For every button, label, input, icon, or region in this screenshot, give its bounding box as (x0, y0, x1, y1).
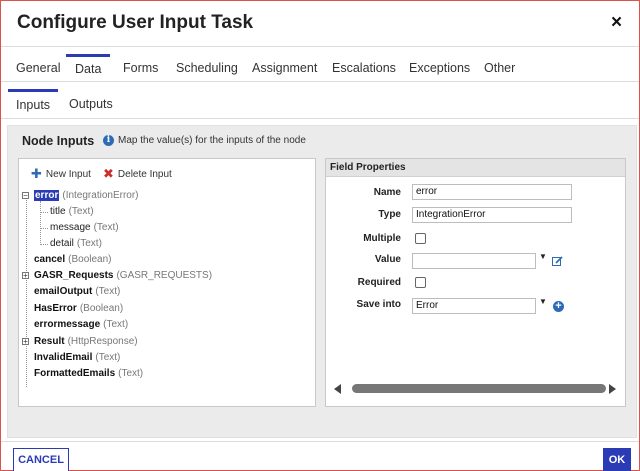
tab-other[interactable]: Other (475, 54, 524, 82)
tree-connector-line (40, 244, 48, 245)
tree-item-formattedemails[interactable]: FormattedEmails (Text) (34, 366, 143, 382)
tab-general[interactable]: General (7, 54, 69, 82)
value-field[interactable] (412, 253, 536, 269)
tree-item-cancel[interactable]: cancel (Boolean) (34, 252, 112, 268)
expand-toggle[interactable]: + (22, 338, 29, 346)
tree-connector-line (40, 212, 48, 213)
tree-item-title[interactable]: title (Text) (50, 204, 94, 220)
scroll-thumb[interactable] (352, 384, 606, 393)
configure-user-input-dialog: Configure User Input Task × General Data… (0, 0, 640, 471)
tree-item-emailoutput[interactable]: emailOutput (Text) (34, 284, 120, 300)
save-into-field[interactable]: Error (412, 298, 536, 314)
tree-item-errormessage[interactable]: errormessage (Text) (34, 317, 128, 333)
info-icon: i (103, 135, 114, 146)
section-title: Node Inputs (22, 134, 95, 148)
scroll-right-arrow-icon[interactable] (609, 384, 616, 394)
scroll-left-arrow-icon[interactable] (334, 384, 341, 394)
tree-item-error[interactable]: error (IntegrationError) (34, 188, 139, 204)
tree-item-haserror[interactable]: HasError (Boolean) (34, 301, 123, 317)
delete-input-button[interactable]: ✖ Delete Input (103, 167, 172, 181)
inputs-tree-panel: ✚ New Input ✖ Delete Input − error (Integra… (18, 158, 316, 407)
cancel-button[interactable]: CANCEL (13, 448, 69, 471)
tab-data[interactable]: Data (66, 54, 111, 82)
value-label: Value (374, 254, 401, 265)
tree-connector-line (26, 197, 27, 387)
tab-forms[interactable]: Forms (114, 54, 167, 82)
horizontal-scrollbar[interactable] (332, 383, 618, 395)
ok-button[interactable]: OK (603, 448, 631, 471)
required-label: Required (357, 277, 401, 288)
subtab-inputs[interactable]: Inputs (8, 89, 59, 119)
plus-icon: ✚ (31, 166, 42, 181)
type-label: Type (378, 209, 401, 220)
dialog-title: Configure User Input Task (17, 12, 254, 33)
value-dropdown-arrow-icon[interactable]: ▼ (539, 252, 547, 261)
tree-item-invalidemail[interactable]: InvalidEmail (Text) (34, 350, 120, 366)
tab-exceptions[interactable]: Exceptions (400, 54, 479, 82)
save-into-dropdown-arrow-icon[interactable]: ▼ (539, 297, 547, 306)
field-properties-header: Field Properties (326, 159, 625, 177)
tree-item-result[interactable]: Result (HttpResponse) (34, 334, 138, 350)
tab-scheduling[interactable]: Scheduling (167, 54, 247, 82)
required-checkbox[interactable] (415, 277, 426, 288)
data-subtabs: Inputs Outputs (1, 89, 639, 119)
edit-expression-icon[interactable] (552, 256, 563, 267)
tree-connector-line (40, 228, 48, 229)
close-icon[interactable]: × (611, 13, 625, 33)
tree-connector-line (40, 201, 41, 245)
delete-input-label: Delete Input (117, 169, 172, 180)
section-info-text: Map the value(s) for the inputs of the n… (118, 135, 306, 146)
new-input-button[interactable]: ✚ New Input (31, 167, 91, 181)
multiple-label: Multiple (363, 233, 401, 244)
subtab-outputs[interactable]: Outputs (61, 89, 121, 119)
collapse-toggle[interactable]: − (22, 192, 29, 200)
tab-assignment[interactable]: Assignment (243, 54, 326, 82)
new-input-label: New Input (45, 169, 91, 180)
tree-item-detail[interactable]: detail (Text) (50, 236, 102, 252)
tree-item-message[interactable]: message (Text) (50, 220, 119, 236)
delete-x-icon: ✖ (103, 166, 114, 181)
dialog-title-bar: Configure User Input Task × (1, 1, 639, 47)
main-tabs: General Data Forms Scheduling Assignment… (1, 54, 639, 82)
field-properties-panel: Field Properties Name error Type Integra… (325, 158, 626, 407)
type-field[interactable]: IntegrationError (412, 207, 572, 223)
save-into-label: Save into (356, 299, 401, 310)
add-target-icon[interactable]: + (553, 301, 564, 312)
dialog-footer: CANCEL OK (1, 441, 639, 471)
expand-toggle[interactable]: + (22, 272, 29, 280)
multiple-checkbox[interactable] (415, 233, 426, 244)
name-field[interactable]: error (412, 184, 572, 200)
tab-escalations[interactable]: Escalations (323, 54, 405, 82)
name-label: Name (373, 187, 401, 198)
tree-item-gasr-requests[interactable]: GASR_Requests (GASR_REQUESTS) (34, 268, 212, 284)
node-inputs-section: Node Inputs i Map the value(s) for the i… (7, 125, 637, 438)
